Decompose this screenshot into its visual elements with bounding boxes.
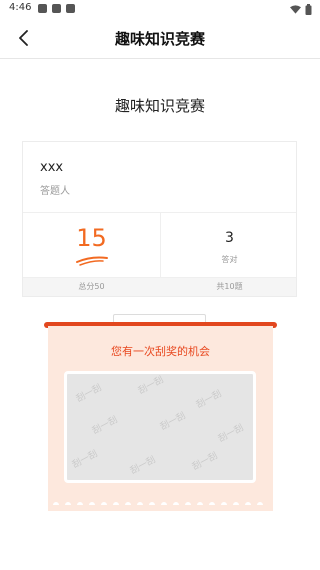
nav-bar: 趣味知识竞赛 [0,18,320,59]
user-role-label: 答题人 [40,186,70,197]
page-title: 趣味知识竞赛 [114,97,205,115]
status-bar: 4:46 [0,0,320,18]
scratch-pattern-text: 刮一刮 [136,375,166,397]
scratch-pattern-text: 刮一刮 [90,415,120,437]
user-name: xxx [40,160,64,175]
total-score-label: 总分50 [78,282,105,291]
scratch-pattern-text: 刮一刮 [190,451,220,473]
question-count-label: 共10题 [216,282,243,291]
ticket-edge [53,502,263,505]
scratch-pattern-text: 刮一刮 [70,449,100,471]
correct-count: 3 [225,230,234,246]
scratch-ticket: 您有一次刮奖的机会 刮一刮 刮一刮 刮一刮 刮一刮 刮一刮 刮一刮 刮一刮 刮一… [48,326,273,511]
notification-icon [66,4,75,13]
scratch-pattern-text: 刮一刮 [194,389,224,411]
score-value: 15 [76,224,107,252]
card-footer: 总分50 共10题 [23,277,296,296]
notification-icon [52,4,61,13]
wifi-icon [290,4,301,14]
score-underline-icon [76,256,108,266]
correct-label: 答对 [221,255,238,264]
battery-icon [305,3,312,15]
status-time: 4:46 [9,2,32,13]
scratch-pattern-text: 刮一刮 [158,411,188,433]
divider [160,213,161,279]
result-card: xxx 答题人 15 3 答对 总分50 共10题 [22,141,297,297]
scratch-area[interactable]: 刮一刮 刮一刮 刮一刮 刮一刮 刮一刮 刮一刮 刮一刮 刮一刮 刮一刮 [64,371,256,483]
nav-title: 趣味知识竞赛 [114,30,205,48]
scratch-title: 您有一次刮奖的机会 [111,345,210,358]
scratch-pattern-text: 刮一刮 [74,383,104,405]
scratch-pattern-text: 刮一刮 [128,455,158,477]
scratch-pattern-text: 刮一刮 [216,423,246,445]
notification-icon [38,4,47,13]
